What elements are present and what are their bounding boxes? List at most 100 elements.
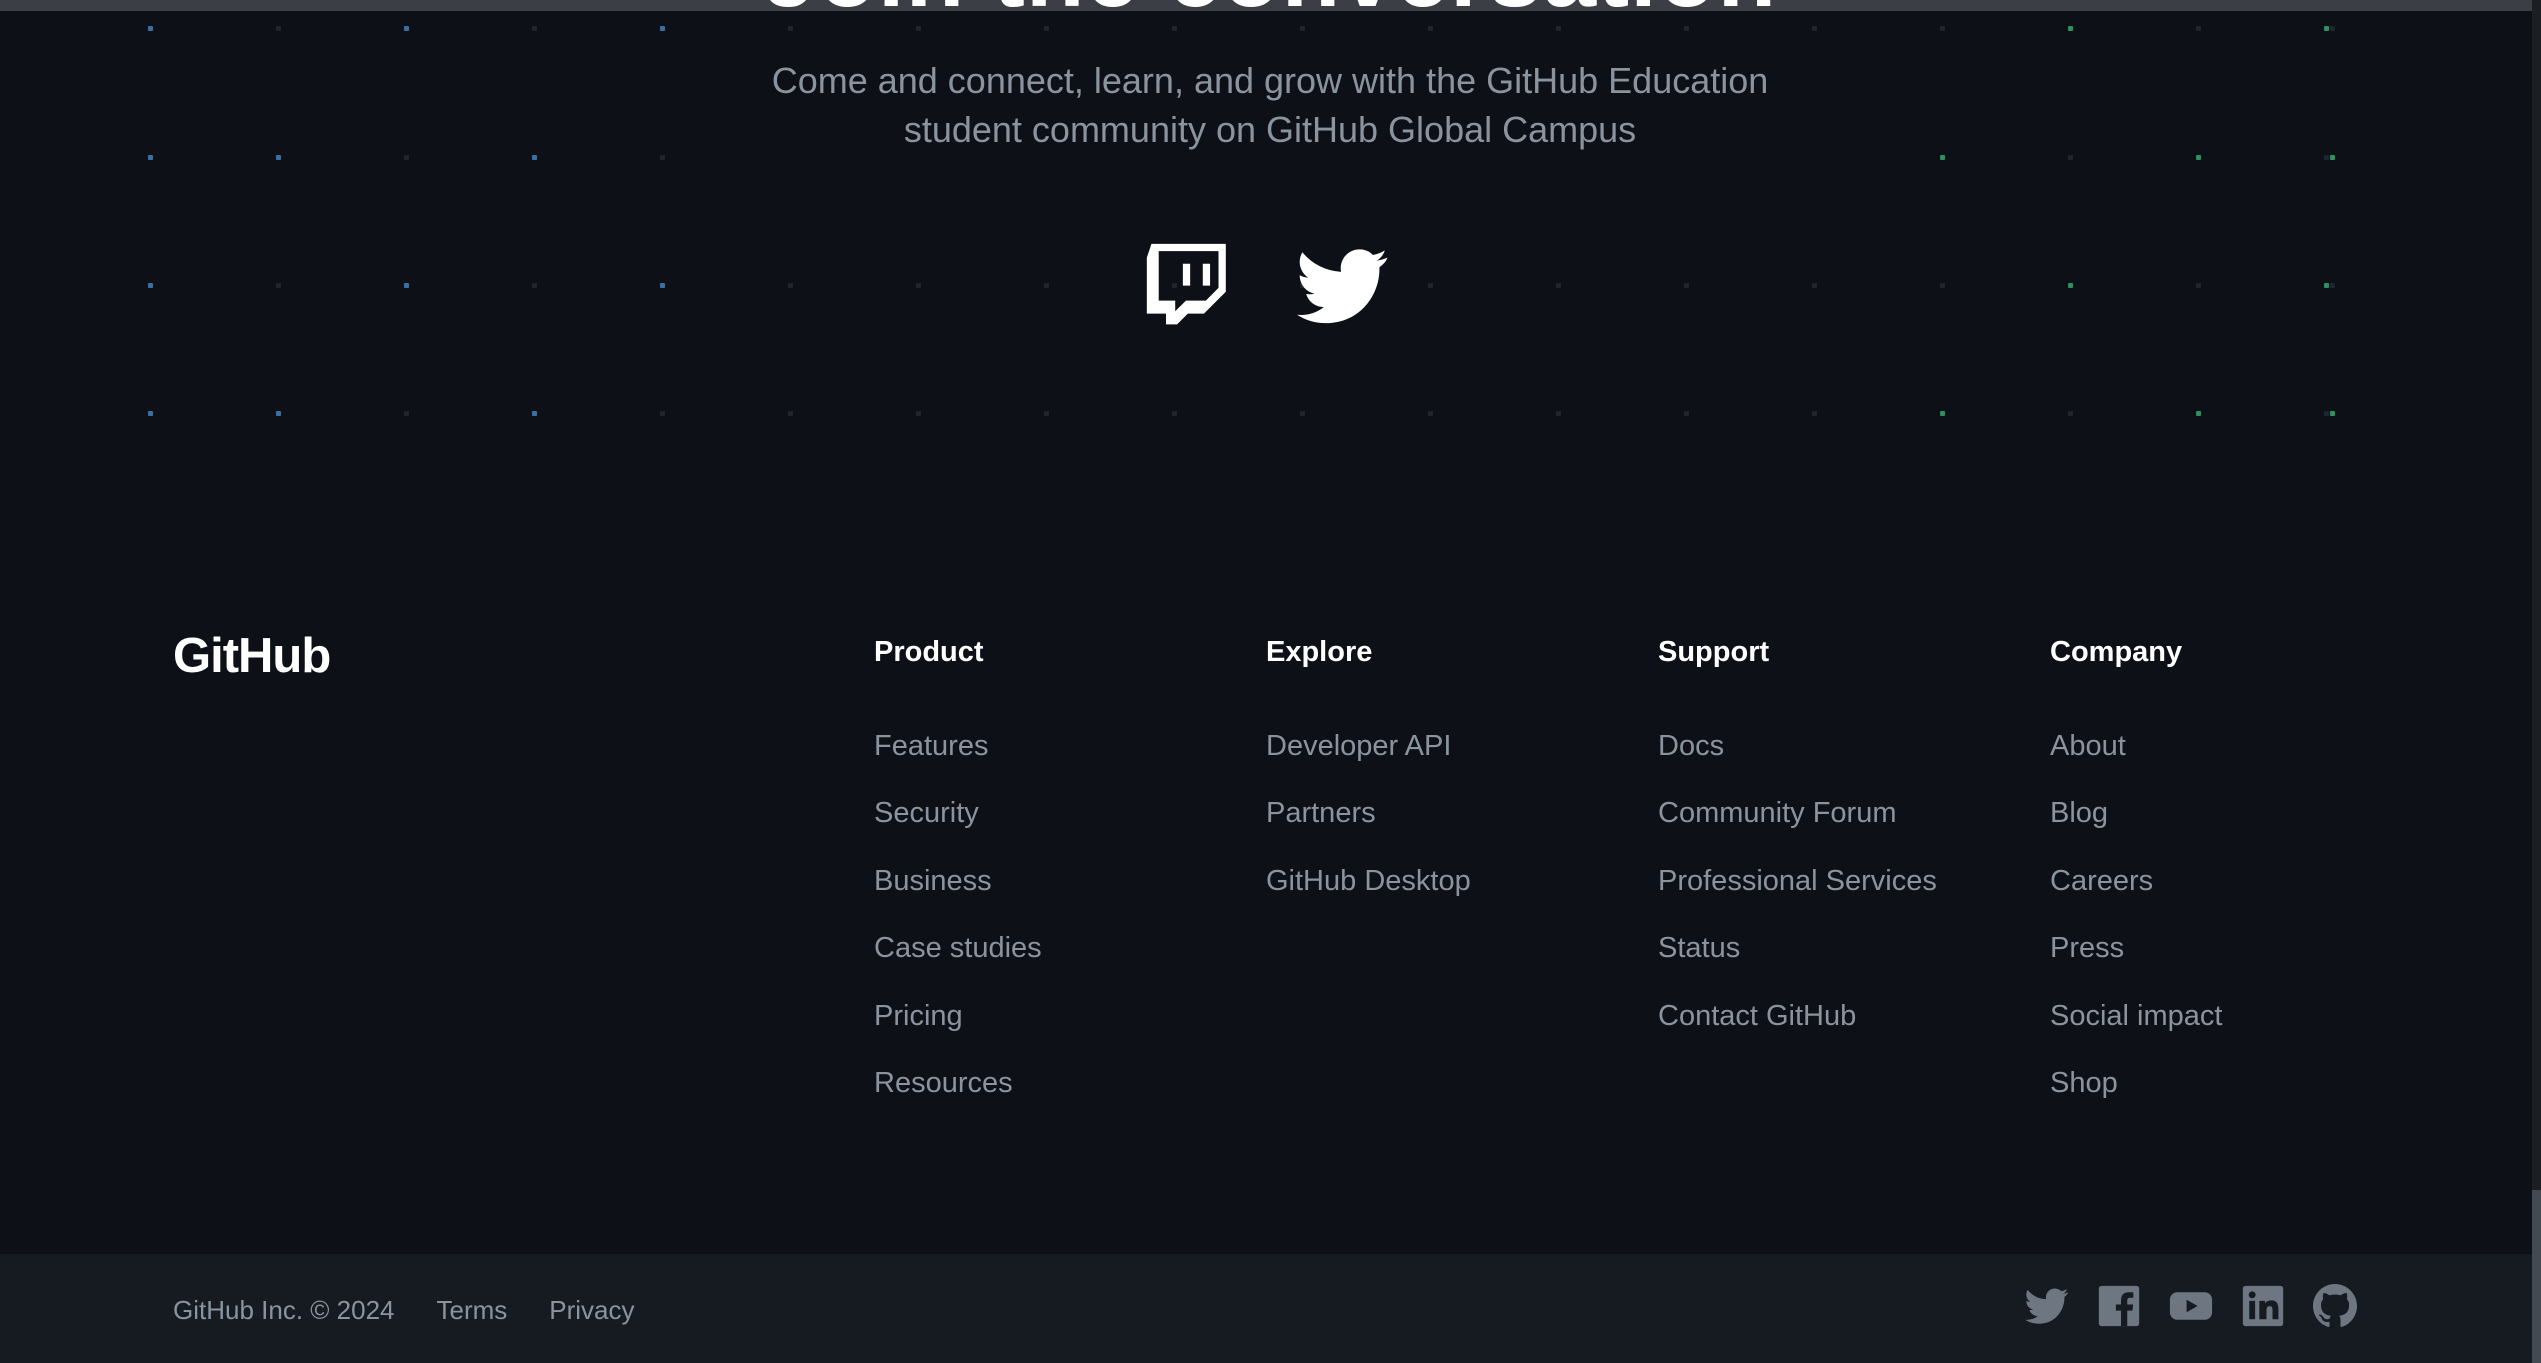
- background-dot: [2330, 155, 2335, 160]
- background-dot: [276, 411, 281, 416]
- footer-link-community-forum[interactable]: Community Forum: [1658, 793, 1937, 860]
- footer-link-docs[interactable]: Docs: [1658, 726, 1937, 793]
- background-dot: [276, 26, 281, 31]
- background-dot: [788, 26, 793, 31]
- background-dot: [1940, 411, 1945, 416]
- terms-link[interactable]: Terms: [437, 1290, 508, 1330]
- column-links: Features Security Business Case studies …: [874, 726, 1042, 1130]
- community-social-links: [1143, 240, 1389, 332]
- footer-link-pricing[interactable]: Pricing: [874, 996, 1042, 1063]
- copyright-text: GitHub Inc. © 2024: [173, 1295, 395, 1325]
- hero-subtitle: Come and connect, learn, and grow with t…: [670, 56, 1870, 154]
- footer-link-blog[interactable]: Blog: [2050, 793, 2222, 860]
- twitter-icon: [2025, 1288, 2069, 1324]
- footer-link-developer-api[interactable]: Developer API: [1266, 726, 1471, 793]
- background-dot: [148, 283, 153, 288]
- twitter-icon: [1297, 249, 1388, 324]
- background-dot: [2068, 26, 2073, 31]
- footer-link-status[interactable]: Status: [1658, 928, 1937, 995]
- background-dot: [1044, 283, 1049, 288]
- footer-link-resources[interactable]: Resources: [874, 1063, 1042, 1130]
- linkedin-icon: [2242, 1285, 2284, 1327]
- footer-linkedin-link[interactable]: [2241, 1284, 2285, 1328]
- background-dot: [148, 411, 153, 416]
- footer-link-careers[interactable]: Careers: [2050, 861, 2222, 928]
- background-dot: [660, 26, 665, 31]
- footer-link-professional-services[interactable]: Professional Services: [1658, 861, 1937, 928]
- background-dot: [276, 155, 281, 160]
- background-dot: [1940, 155, 1945, 160]
- column-links: About Blog Careers Press Social impact S…: [2050, 726, 2222, 1130]
- privacy-link[interactable]: Privacy: [549, 1290, 634, 1330]
- footer-link-shop[interactable]: Shop: [2050, 1063, 2222, 1130]
- column-title: Support: [1658, 636, 1770, 668]
- background-dot: [1428, 26, 1433, 31]
- footer-column-support: Support Docs Community Forum Professiona…: [1658, 632, 1937, 1063]
- background-dot: [660, 155, 665, 160]
- background-dot: [2068, 411, 2073, 416]
- background-dot: [532, 26, 537, 31]
- background-dot: [1428, 283, 1433, 288]
- background-dot: [2324, 283, 2329, 288]
- footer-link-features[interactable]: Features: [874, 726, 1042, 793]
- footer-link-contact-github[interactable]: Contact GitHub: [1658, 996, 1937, 1063]
- background-dot: [404, 26, 409, 31]
- twitch-icon: [1146, 243, 1226, 325]
- background-dot: [2196, 283, 2201, 288]
- background-dot: [1812, 283, 1817, 288]
- background-dot: [1684, 26, 1689, 31]
- hero-subtitle-line2: student community on GitHub Global Campu…: [903, 109, 1637, 150]
- background-dot: [1812, 26, 1817, 31]
- page: Join the conversation Come and connect, …: [0, 0, 2541, 1363]
- background-dot: [1556, 26, 1561, 31]
- twitter-link[interactable]: [1297, 240, 1389, 332]
- footer-link-partners[interactable]: Partners: [1266, 793, 1471, 860]
- background-dot: [1044, 411, 1049, 416]
- background-dot: [148, 155, 153, 160]
- footer-link-security[interactable]: Security: [874, 793, 1042, 860]
- scrollbar-thumb[interactable]: [2532, 1190, 2541, 1363]
- footer-github-link[interactable]: [2313, 1284, 2357, 1328]
- background-dot: [1300, 411, 1305, 416]
- background-dot: [2330, 283, 2335, 288]
- background-dot: [1556, 411, 1561, 416]
- column-title: Explore: [1266, 636, 1373, 668]
- background-dot: [2324, 155, 2329, 160]
- twitch-link[interactable]: [1143, 240, 1235, 332]
- page-scrollbar[interactable]: [2532, 0, 2541, 1363]
- background-dot: [2324, 26, 2329, 31]
- background-dot: [916, 411, 921, 416]
- background-dot: [2196, 411, 2201, 416]
- youtube-icon: [2169, 1292, 2213, 1320]
- background-dot: [404, 155, 409, 160]
- github-logo[interactable]: GitHub: [173, 628, 331, 684]
- background-dot: [2196, 26, 2201, 31]
- background-dot: [1684, 411, 1689, 416]
- footer-bottom-bar: GitHub Inc. © 2024 Terms Privacy: [0, 1254, 2532, 1363]
- footer-column-product: Product Features Security Business Case …: [874, 632, 1042, 1130]
- background-dot: [404, 283, 409, 288]
- footer-link-business[interactable]: Business: [874, 861, 1042, 928]
- background-dot: [1940, 26, 1945, 31]
- background-dot: [1812, 411, 1817, 416]
- background-dot: [660, 283, 665, 288]
- footer-link-about[interactable]: About: [2050, 726, 2222, 793]
- column-links: Developer API Partners GitHub Desktop: [1266, 726, 1471, 928]
- background-dot: [1556, 283, 1561, 288]
- facebook-icon: [2098, 1285, 2140, 1327]
- background-dot: [2324, 411, 2329, 416]
- background-dot: [532, 155, 537, 160]
- section-heading: Join the conversation: [0, 0, 2541, 24]
- footer-youtube-link[interactable]: [2169, 1284, 2213, 1328]
- background-dot: [1428, 411, 1433, 416]
- footer-link-social-impact[interactable]: Social impact: [2050, 996, 2222, 1063]
- footer-twitter-link[interactable]: [2025, 1284, 2069, 1328]
- footer-facebook-link[interactable]: [2097, 1284, 2141, 1328]
- background-dot: [404, 411, 409, 416]
- footer-link-press[interactable]: Press: [2050, 928, 2222, 995]
- column-title: Company: [2050, 636, 2183, 668]
- footer-link-case-studies[interactable]: Case studies: [874, 928, 1042, 995]
- background-dot: [1684, 283, 1689, 288]
- footer-link-github-desktop[interactable]: GitHub Desktop: [1266, 861, 1471, 928]
- background-dot: [2068, 155, 2073, 160]
